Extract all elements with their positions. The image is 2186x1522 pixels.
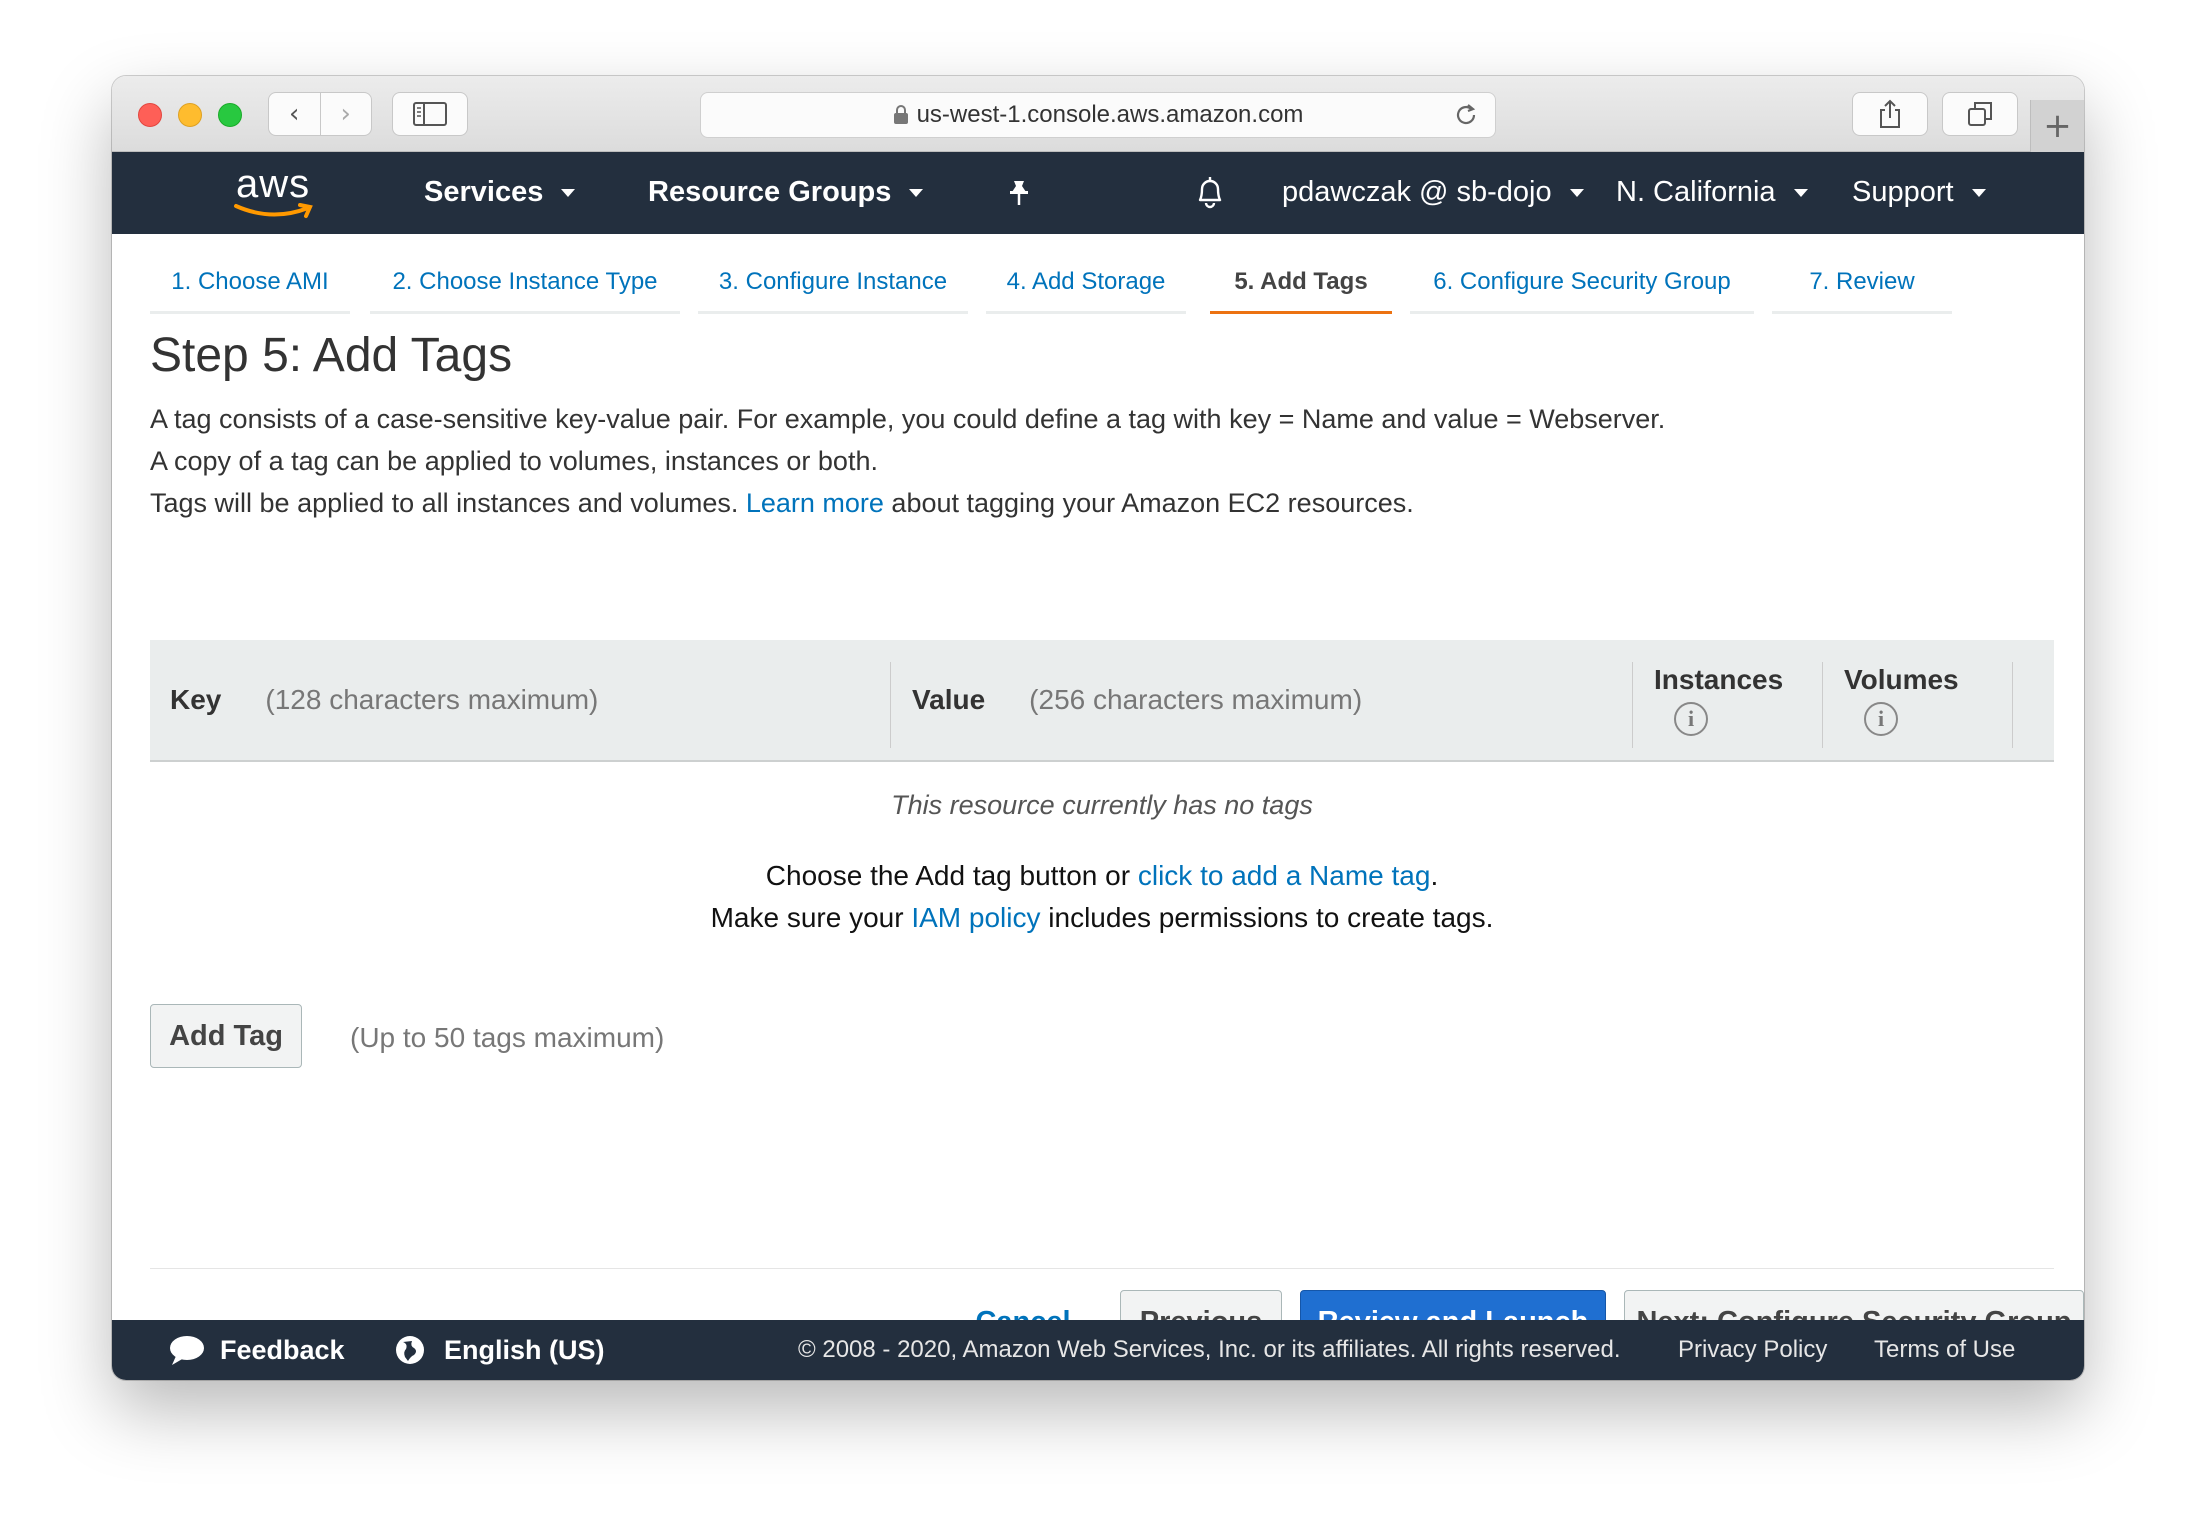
aws-logo-text: aws <box>236 162 311 206</box>
help-text: Choose the Add tag button or <box>765 860 1138 891</box>
tab-overview-button[interactable] <box>1942 92 2018 136</box>
support-menu[interactable]: Support <box>1852 176 1986 209</box>
description-line: Tags will be applied to all instances an… <box>150 488 1414 519</box>
console-footer: Feedback English (US) © 2008 - 2020, Ama… <box>112 1320 2084 1380</box>
globe-icon <box>396 1336 424 1364</box>
chevron-down-icon <box>561 188 576 197</box>
tab-review[interactable]: 7. Review <box>1772 256 1952 314</box>
key-label: Key <box>170 684 222 715</box>
services-menu[interactable]: Services <box>424 176 576 209</box>
info-icon[interactable]: i <box>1674 702 1708 736</box>
tags-table-header: Key (128 characters maximum) Value (256 ch… <box>150 640 2054 762</box>
help-text: includes permissions to create tags. <box>1040 902 1494 933</box>
share-icon <box>1880 99 1900 128</box>
value-hint: (256 characters maximum) <box>1029 684 1363 715</box>
page-title: Step 5: Add Tags <box>150 329 513 382</box>
description-line: A tag consists of a case-sensitive key-v… <box>150 404 1666 434</box>
account-label: pdawczak @ sb-dojo <box>1282 176 1552 208</box>
feedback-label: Feedback <box>220 1334 345 1365</box>
description-text: about tagging your Amazon EC2 resources. <box>883 488 1414 518</box>
value-column-header: Value (256 characters maximum) <box>912 684 1362 716</box>
info-icon[interactable]: i <box>1864 702 1898 736</box>
learn-more-link[interactable]: Learn more <box>746 488 884 518</box>
volumes-column-header: Volumes <box>1844 664 1959 696</box>
support-label: Support <box>1852 176 1954 208</box>
reload-icon[interactable] <box>1453 102 1479 128</box>
column-divider <box>890 662 891 748</box>
url-text: us-west-1.console.aws.amazon.com <box>916 101 1304 128</box>
minimize-window-button[interactable] <box>178 103 202 127</box>
add-name-tag-link[interactable]: click to add a Name tag <box>1138 860 1431 891</box>
browser-toolbar: ‹ › us-west-1.console.aws.amazon.com + <box>112 76 2084 152</box>
help-text: . <box>1430 860 1439 891</box>
add-tag-limit-hint: (Up to 50 tags maximum) <box>350 1022 665 1053</box>
column-divider <box>1632 662 1633 748</box>
help-text: Make sure your <box>710 902 912 933</box>
pin-icon[interactable] <box>1004 178 1034 208</box>
region-label: N. California <box>1616 176 1776 208</box>
zoom-window-button[interactable] <box>218 103 242 127</box>
tabs-icon <box>1968 102 1992 126</box>
privacy-policy-link[interactable]: Privacy Policy <box>1678 1336 1827 1364</box>
add-tag-help: Choose the Add tag button or click to ad… <box>150 860 2054 892</box>
bell-icon[interactable] <box>1192 174 1228 210</box>
language-label: English (US) <box>444 1334 605 1365</box>
chevron-down-icon <box>909 188 924 197</box>
feedback-link[interactable]: Feedback <box>168 1334 345 1366</box>
volumes-label: Volumes <box>1844 664 1959 695</box>
share-button[interactable] <box>1852 92 1928 136</box>
tab-add-storage[interactable]: 4. Add Storage <box>986 256 1186 314</box>
history-nav: ‹ › <box>268 92 372 136</box>
close-window-button[interactable] <box>138 103 162 127</box>
browser-window: ‹ › us-west-1.console.aws.amazon.com + a… <box>112 76 2084 1380</box>
chevron-down-icon <box>1971 188 1986 197</box>
aws-logo[interactable]: aws <box>232 162 322 224</box>
iam-policy-link[interactable]: IAM policy <box>911 902 1040 933</box>
instances-label: Instances <box>1654 664 1784 695</box>
address-bar[interactable]: us-west-1.console.aws.amazon.com <box>700 92 1496 138</box>
key-column-header: Key (128 characters maximum) <box>170 684 598 716</box>
services-label: Services <box>424 176 544 208</box>
divider <box>150 1268 2054 1269</box>
copyright-text: © 2008 - 2020, Amazon Web Services, Inc.… <box>798 1336 1621 1363</box>
tab-add-tags[interactable]: 5. Add Tags <box>1210 256 1392 314</box>
tab-configure-security-group[interactable]: 6. Configure Security Group <box>1410 256 1754 314</box>
sidebar-icon <box>413 102 447 126</box>
forward-button[interactable]: › <box>321 93 372 135</box>
chevron-down-icon <box>1793 188 1808 197</box>
description-line: A copy of a tag can be applied to volume… <box>150 446 878 476</box>
terms-of-use-link[interactable]: Terms of Use <box>1874 1336 2015 1364</box>
region-menu[interactable]: N. California <box>1616 176 1808 209</box>
resource-groups-label: Resource Groups <box>648 176 892 208</box>
chevron-down-icon <box>1569 188 1584 197</box>
value-label: Value <box>912 684 986 715</box>
description-text: Tags will be applied to all instances an… <box>150 488 746 518</box>
add-tag-button[interactable]: Add Tag <box>150 1004 302 1068</box>
language-selector[interactable]: English (US) <box>394 1334 605 1366</box>
aws-top-nav: aws Services Resource Groups pdawczak @ … <box>112 152 2084 234</box>
account-menu[interactable]: pdawczak @ sb-dojo <box>1282 176 1584 209</box>
wizard-steps: 1. Choose AMI 2. Choose Instance Type 3.… <box>112 234 2084 318</box>
aws-smile-icon <box>234 203 313 218</box>
column-divider <box>2012 662 2013 748</box>
back-button[interactable]: ‹ <box>269 93 321 135</box>
new-tab-button[interactable]: + <box>2030 100 2084 152</box>
instances-column-header: Instances <box>1654 664 1783 696</box>
lock-icon <box>893 105 908 124</box>
iam-help: Make sure your IAM policy includes permi… <box>150 902 2054 934</box>
tab-configure-instance[interactable]: 3. Configure Instance <box>698 256 968 314</box>
resource-groups-menu[interactable]: Resource Groups <box>648 176 924 209</box>
sidebar-toggle-button[interactable] <box>392 92 468 136</box>
empty-tags-message: This resource currently has no tags <box>891 790 1313 820</box>
tab-choose-instance-type[interactable]: 2. Choose Instance Type <box>370 256 680 314</box>
column-divider <box>1822 662 1823 748</box>
key-hint: (128 characters maximum) <box>265 684 599 715</box>
tab-choose-ami[interactable]: 1. Choose AMI <box>150 256 350 314</box>
speech-bubble-icon <box>170 1336 204 1365</box>
